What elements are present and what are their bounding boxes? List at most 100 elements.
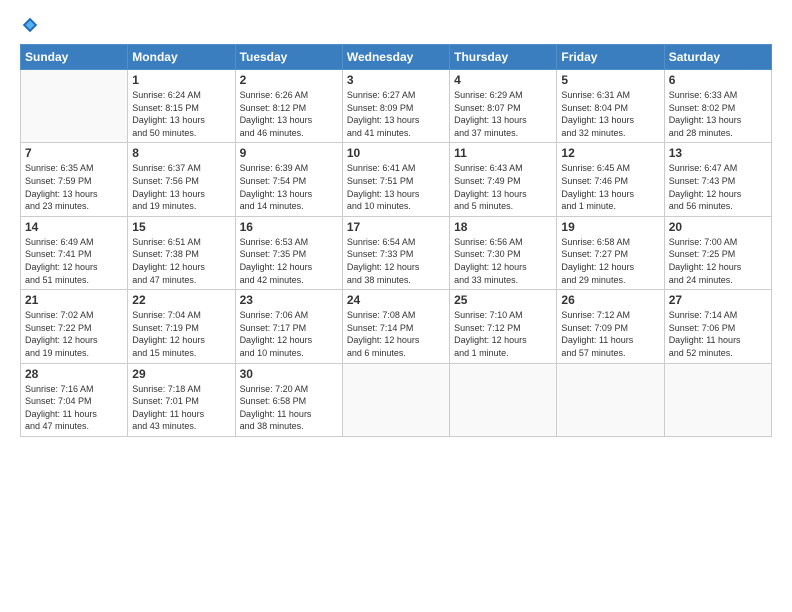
calendar-cell: 25 Sunrise: 7:10 AMSunset: 7:12 PMDayligh… (450, 290, 557, 363)
day-info: Sunrise: 7:18 AMSunset: 7:01 PMDaylight:… (132, 383, 230, 433)
calendar-cell: 6Sunrise: 6:33 AMSunset: 8:02 PMDaylight… (664, 70, 771, 143)
calendar-cell: 4 Sunrise: 6:29 AMSunset: 8:07 PMDaylight… (450, 70, 557, 143)
day-number: 25 (454, 293, 552, 307)
calendar-cell: 19 Sunrise: 6:58 AMSunset: 7:27 PMDayligh… (557, 216, 664, 289)
day-info: Sunrise: 7:08 AMSunset: 7:14 PMDaylight:… (347, 309, 445, 359)
calendar-cell: 28 Sunrise: 7:16 AMSunset: 7:04 PMDayligh… (21, 363, 128, 436)
calendar-cell: 13 Sunrise: 6:47 AMSunset: 7:43 PMDayligh… (664, 143, 771, 216)
day-info: Sunrise: 6:26 AMSunset: 8:12 PMDaylight:… (240, 89, 338, 139)
day-info: Sunrise: 6:29 AMSunset: 8:07 PMDaylight:… (454, 89, 552, 139)
day-number: 4 (454, 73, 552, 87)
day-number: 9 (240, 146, 338, 160)
day-number: 24 (347, 293, 445, 307)
day-number: 11 (454, 146, 552, 160)
calendar-week-row-1: 1 Sunrise: 6:24 AMSunset: 8:15 PMDaylight… (21, 70, 772, 143)
day-number: 8 (132, 146, 230, 160)
calendar-cell: 30 Sunrise: 7:20 AMSunset: 6:58 PMDayligh… (235, 363, 342, 436)
calendar-cell: 3 Sunrise: 6:27 AMSunset: 8:09 PMDaylight… (342, 70, 449, 143)
calendar-cell (21, 70, 128, 143)
calendar-cell: 10 Sunrise: 6:41 AMSunset: 7:51 PMDayligh… (342, 143, 449, 216)
calendar-cell: 26 Sunrise: 7:12 AMSunset: 7:09 PMDayligh… (557, 290, 664, 363)
weekday-header-row: SundayMondayTuesdayWednesdayThursdayFrid… (21, 45, 772, 70)
day-number: 7 (25, 146, 123, 160)
day-info: Sunrise: 7:16 AMSunset: 7:04 PMDaylight:… (25, 383, 123, 433)
calendar-cell: 1 Sunrise: 6:24 AMSunset: 8:15 PMDaylight… (128, 70, 235, 143)
weekday-header-tuesday: Tuesday (235, 45, 342, 70)
day-number: 2 (240, 73, 338, 87)
day-number: 18 (454, 220, 552, 234)
day-info: Sunrise: 6:35 AMSunset: 7:59 PMDaylight:… (25, 162, 123, 212)
calendar-cell: 11 Sunrise: 6:43 AMSunset: 7:49 PMDayligh… (450, 143, 557, 216)
calendar-cell: 15Sunrise: 6:51 AMSunset: 7:38 PMDayligh… (128, 216, 235, 289)
day-info: Sunrise: 7:10 AMSunset: 7:12 PMDaylight:… (454, 309, 552, 359)
weekday-header-wednesday: Wednesday (342, 45, 449, 70)
day-info: Sunrise: 6:37 AMSunset: 7:56 PMDaylight:… (132, 162, 230, 212)
calendar-cell: 29 Sunrise: 7:18 AMSunset: 7:01 PMDayligh… (128, 363, 235, 436)
page: SundayMondayTuesdayWednesdayThursdayFrid… (0, 0, 792, 612)
day-info: Sunrise: 6:47 AMSunset: 7:43 PMDaylight:… (669, 162, 767, 212)
calendar-week-row-3: 14 Sunrise: 6:49 AMSunset: 7:41 PMDayligh… (21, 216, 772, 289)
day-number: 27 (669, 293, 767, 307)
calendar-cell: 18 Sunrise: 6:56 AMSunset: 7:30 PMDayligh… (450, 216, 557, 289)
day-number: 17 (347, 220, 445, 234)
day-number: 28 (25, 367, 123, 381)
calendar-cell: 21 Sunrise: 7:02 AMSunset: 7:22 PMDayligh… (21, 290, 128, 363)
day-info: Sunrise: 6:24 AMSunset: 8:15 PMDaylight:… (132, 89, 230, 139)
day-info: Sunrise: 6:31 AMSunset: 8:04 PMDaylight:… (561, 89, 659, 139)
day-number: 19 (561, 220, 659, 234)
day-number: 14 (25, 220, 123, 234)
day-number: 21 (25, 293, 123, 307)
day-info: Sunrise: 7:06 AMSunset: 7:17 PMDaylight:… (240, 309, 338, 359)
calendar-cell (664, 363, 771, 436)
calendar-week-row-4: 21 Sunrise: 7:02 AMSunset: 7:22 PMDayligh… (21, 290, 772, 363)
day-number: 10 (347, 146, 445, 160)
calendar-cell: 5 Sunrise: 6:31 AMSunset: 8:04 PMDaylight… (557, 70, 664, 143)
day-number: 23 (240, 293, 338, 307)
logo (20, 16, 40, 34)
day-info: Sunrise: 7:00 AMSunset: 7:25 PMDaylight:… (669, 236, 767, 286)
calendar-cell (450, 363, 557, 436)
day-info: Sunrise: 6:41 AMSunset: 7:51 PMDaylight:… (347, 162, 445, 212)
calendar-week-row-2: 7 Sunrise: 6:35 AMSunset: 7:59 PMDaylight… (21, 143, 772, 216)
day-number: 3 (347, 73, 445, 87)
day-number: 29 (132, 367, 230, 381)
day-info: Sunrise: 6:27 AMSunset: 8:09 PMDaylight:… (347, 89, 445, 139)
day-number: 16 (240, 220, 338, 234)
weekday-header-sunday: Sunday (21, 45, 128, 70)
calendar-cell: 20 Sunrise: 7:00 AMSunset: 7:25 PMDayligh… (664, 216, 771, 289)
day-info: Sunrise: 7:20 AMSunset: 6:58 PMDaylight:… (240, 383, 338, 433)
day-number: 30 (240, 367, 338, 381)
day-info: Sunrise: 7:12 AMSunset: 7:09 PMDaylight:… (561, 309, 659, 359)
day-info: Sunrise: 7:14 AMSunset: 7:06 PMDaylight:… (669, 309, 767, 359)
day-info: Sunrise: 6:39 AMSunset: 7:54 PMDaylight:… (240, 162, 338, 212)
day-number: 12 (561, 146, 659, 160)
day-info: Sunrise: 7:02 AMSunset: 7:22 PMDaylight:… (25, 309, 123, 359)
calendar-cell: 27 Sunrise: 7:14 AMSunset: 7:06 PMDayligh… (664, 290, 771, 363)
calendar-cell: 12Sunrise: 6:45 AMSunset: 7:46 PMDayligh… (557, 143, 664, 216)
calendar-cell (557, 363, 664, 436)
day-info: Sunrise: 6:33 AMSunset: 8:02 PMDaylight:… (669, 89, 767, 139)
day-number: 13 (669, 146, 767, 160)
logo-icon (21, 16, 39, 34)
calendar-cell (342, 363, 449, 436)
day-info: Sunrise: 6:53 AMSunset: 7:35 PMDaylight:… (240, 236, 338, 286)
weekday-header-monday: Monday (128, 45, 235, 70)
calendar-cell: 22 Sunrise: 7:04 AMSunset: 7:19 PMDayligh… (128, 290, 235, 363)
day-number: 5 (561, 73, 659, 87)
day-info: Sunrise: 7:04 AMSunset: 7:19 PMDaylight:… (132, 309, 230, 359)
day-number: 1 (132, 73, 230, 87)
calendar-cell: 23 Sunrise: 7:06 AMSunset: 7:17 PMDayligh… (235, 290, 342, 363)
day-number: 26 (561, 293, 659, 307)
calendar-cell: 16 Sunrise: 6:53 AMSunset: 7:35 PMDayligh… (235, 216, 342, 289)
day-info: Sunrise: 6:49 AMSunset: 7:41 PMDaylight:… (25, 236, 123, 286)
day-number: 20 (669, 220, 767, 234)
calendar-cell: 14 Sunrise: 6:49 AMSunset: 7:41 PMDayligh… (21, 216, 128, 289)
day-info: Sunrise: 6:58 AMSunset: 7:27 PMDaylight:… (561, 236, 659, 286)
day-info: Sunrise: 6:56 AMSunset: 7:30 PMDaylight:… (454, 236, 552, 286)
header (20, 16, 772, 34)
day-number: 22 (132, 293, 230, 307)
day-info: Sunrise: 6:43 AMSunset: 7:49 PMDaylight:… (454, 162, 552, 212)
day-info: Sunrise: 6:51 AMSunset: 7:38 PMDaylight:… (132, 236, 230, 286)
calendar-cell: 8 Sunrise: 6:37 AMSunset: 7:56 PMDaylight… (128, 143, 235, 216)
calendar-cell: 9 Sunrise: 6:39 AMSunset: 7:54 PMDaylight… (235, 143, 342, 216)
